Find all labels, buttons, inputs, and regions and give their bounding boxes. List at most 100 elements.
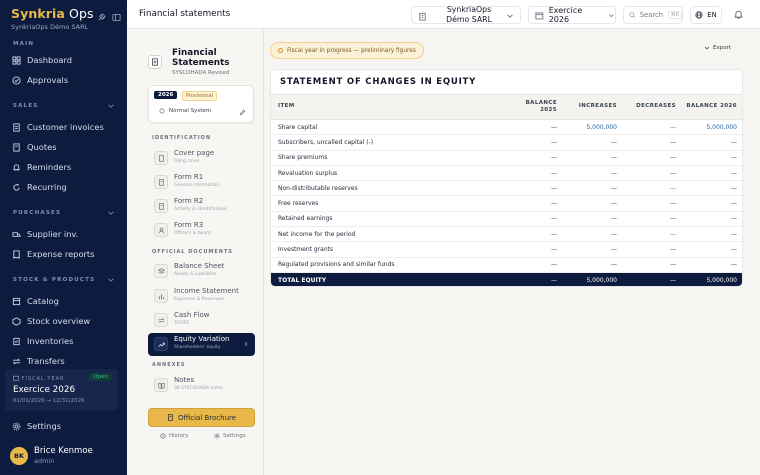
bell-icon[interactable]	[733, 9, 744, 20]
doc-item-title: Notes	[174, 376, 195, 384]
recurring-icon	[13, 183, 20, 191]
section-label-official-documents: OFFICIAL DOCUMENTS	[152, 249, 233, 255]
truck-icon	[12, 231, 21, 237]
row-increases: —	[560, 134, 620, 151]
doc-item-form-r2[interactable]: Form R2 Activity & identification	[148, 195, 255, 218]
total-balance-end: 5,000,000	[679, 272, 742, 286]
row-decreases: —	[620, 134, 679, 151]
header-increases: INCREASES	[560, 94, 620, 120]
row-balance-start: —	[508, 134, 560, 151]
chevron-down-icon[interactable]	[107, 209, 115, 217]
doc-item-equity-variation[interactable]: Equity Variation Shareholders' equity	[148, 333, 255, 356]
brand-logo: Synkria Ops	[11, 6, 94, 21]
nav-recurring[interactable]: Recurring	[4, 178, 123, 196]
total-increases: 5,000,000	[560, 272, 620, 286]
provisional-badge: Provisional	[182, 91, 217, 101]
doc-item-subtitle: Filing cover	[174, 159, 200, 164]
row-item: Free reserves	[271, 195, 508, 212]
chevron-down-icon[interactable]	[107, 102, 115, 110]
official-brochure-button[interactable]: Official Brochure	[148, 408, 255, 427]
stock-icon	[12, 316, 21, 326]
nav-transfers[interactable]: Transfers	[4, 352, 123, 370]
page-title: Financial statements	[139, 9, 231, 19]
nav-reminders[interactable]: Reminders	[4, 158, 123, 176]
row-item: Subscribers, uncalled capital (-)	[271, 134, 508, 151]
collapse-sidebar-icon[interactable]	[112, 13, 121, 22]
nav-catalog[interactable]: Catalog	[4, 292, 123, 310]
gear-icon	[12, 422, 21, 430]
doc-item-form-r3[interactable]: Form R3 Officers & board	[148, 219, 255, 242]
total-item: TOTAL EQUITY	[271, 272, 508, 286]
chevron-down-icon[interactable]	[107, 276, 115, 284]
gear-icon	[214, 433, 220, 439]
doc-item-title: Cash Flow	[174, 311, 210, 319]
doc-item-subtitle: Shareholders' equity	[174, 345, 221, 350]
edit-icon[interactable]	[239, 109, 246, 116]
doc-item-subtitle: Officers & board	[174, 231, 211, 236]
financial-statements-title: Financial Statements	[172, 48, 230, 68]
system-label-text: Normal System	[169, 108, 212, 114]
total-balance-start: —	[508, 272, 560, 286]
export-button[interactable]: Export	[704, 45, 731, 51]
export-label: Export	[713, 45, 732, 51]
chevron-down-icon	[507, 14, 513, 18]
doc-item-cash-flow[interactable]: Cash Flow TAFIRE	[148, 309, 255, 332]
financial-statements-subtitle: SYSCOHADA Revised	[172, 70, 230, 76]
doc-item-title: Income Statement	[174, 287, 239, 295]
brand[interactable]: Synkria Ops SynkriaOps Démo SARL	[11, 6, 94, 31]
nav-supplier-invoices[interactable]: Supplier inv.	[4, 225, 123, 243]
panel-settings-label: Settings	[223, 433, 246, 439]
statement-year-card: 2026 Provisional Normal System	[148, 85, 254, 123]
row-item: Share capital	[271, 119, 508, 136]
fiscal-year-title: Exercice 2026	[13, 385, 76, 395]
section-label-sales: SALES	[13, 103, 39, 109]
doc-item-cover-page[interactable]: Cover page Filing cover	[148, 147, 255, 170]
section-label-purchases: PURCHASES	[13, 210, 62, 216]
doc-item-form-r1[interactable]: Form R1 General information	[148, 171, 255, 194]
cover-icon	[154, 151, 168, 165]
nav-expense-reports[interactable]: Expense reports	[4, 245, 123, 263]
search-box[interactable]: ⌘K	[623, 6, 683, 24]
doc-item-title: Cover page	[174, 149, 215, 157]
nav-customer-invoices[interactable]: Customer invoices	[4, 118, 123, 136]
history-link[interactable]: History	[160, 433, 189, 439]
doc-item-title: Form R2	[174, 197, 204, 205]
search-input[interactable]	[639, 11, 664, 19]
settings-dot-icon	[159, 108, 165, 114]
statement-year-badge: 2026	[154, 91, 178, 99]
panel-settings-link[interactable]: Settings	[214, 433, 246, 439]
doc-item-income-statement[interactable]: Income Statement Expenses & Revenues	[148, 285, 255, 308]
nav-dashboard[interactable]: Dashboard	[4, 51, 123, 69]
row-item: Regulated provisions and similar funds	[271, 257, 508, 273]
row-decreases: —	[620, 257, 679, 273]
pin-icon[interactable]	[97, 13, 106, 22]
fiscal-year-card[interactable]: FISCAL YEAR Open Exercice 2026 01/01/202…	[5, 369, 118, 411]
doc-item-balance-sheet[interactable]: Balance Sheet Assets & Liabilities	[148, 260, 255, 283]
nav-inventories[interactable]: Inventories	[4, 332, 123, 350]
reminder-icon	[13, 163, 20, 170]
form-icon	[154, 199, 168, 213]
row-balance-start: —	[508, 257, 560, 273]
row-balance-start: —	[508, 211, 560, 228]
doc-item-title: Equity Variation	[174, 335, 230, 343]
row-balance-start: —	[508, 226, 560, 243]
nav-approvals[interactable]: Approvals	[4, 71, 123, 89]
nav-stock-overview[interactable]: Stock overview	[4, 312, 123, 330]
row-balance-end: —	[679, 180, 742, 197]
users-icon	[154, 223, 168, 237]
row-decreases: —	[620, 150, 679, 166]
total-decreases: —	[620, 272, 679, 286]
company-selector[interactable]: SynkriaOps Démo SARL	[411, 5, 521, 24]
fiscal-year-selector[interactable]: Exercice 2026	[528, 6, 616, 24]
language-button[interactable]: EN	[690, 6, 722, 24]
nav-label: Reminders	[27, 162, 72, 172]
user-profile[interactable]: BK Brice Kenmoe admin	[10, 446, 93, 465]
topbar: Financial statements SynkriaOps Démo SAR…	[127, 0, 760, 29]
brand-actions	[97, 13, 121, 22]
row-decreases: —	[620, 241, 679, 258]
doc-item-subtitle: Assets & Liabilities	[174, 272, 217, 277]
nav-settings[interactable]: Settings	[4, 417, 123, 435]
nav-quotes[interactable]: Quotes	[4, 138, 123, 156]
doc-item-notes[interactable]: Notes 36 SYSCOHADA notes	[148, 374, 255, 397]
row-balance-end: —	[679, 241, 742, 258]
